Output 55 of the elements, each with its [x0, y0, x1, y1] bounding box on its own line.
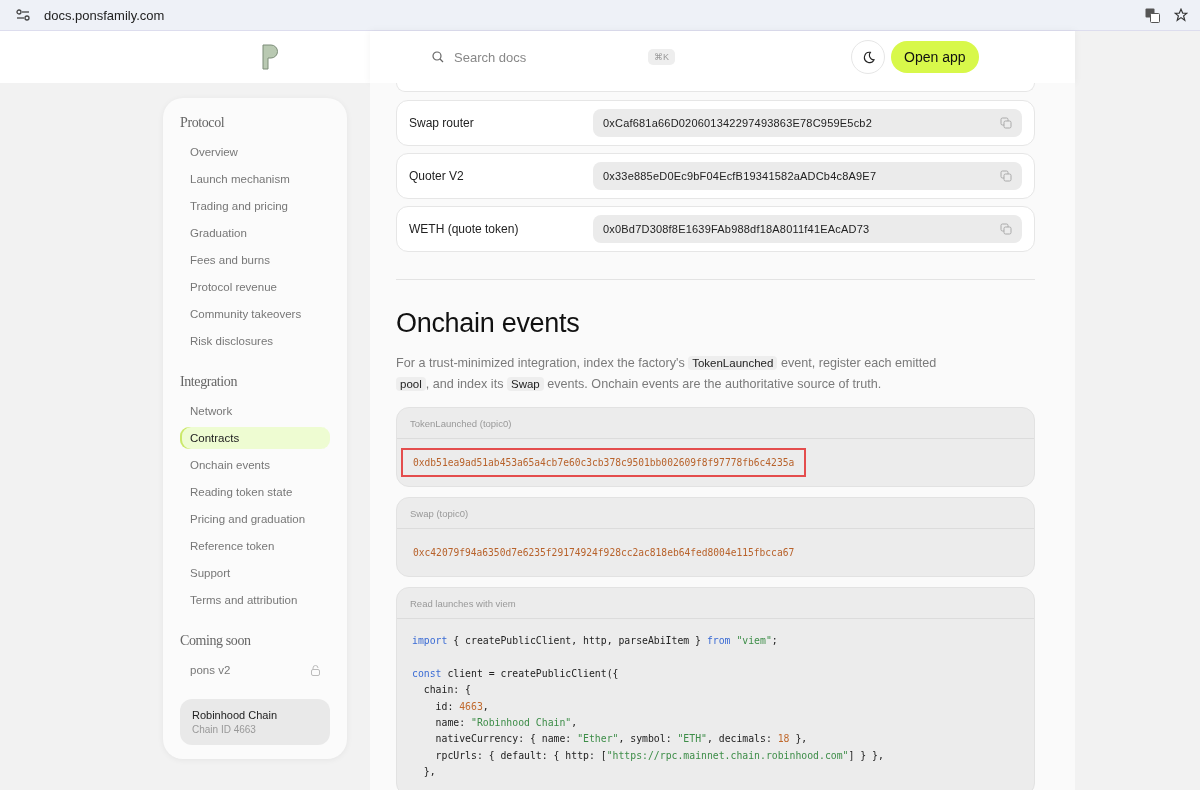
- code-line: import { createPublicClient, http, parseAbiItem } from "viem";: [412, 634, 779, 648]
- code-line: },: [422, 765, 437, 780]
- search-icon: [432, 51, 444, 63]
- sidebar-item[interactable]: Risk disclosures: [180, 330, 330, 352]
- open-app-button[interactable]: Open app: [891, 41, 979, 73]
- sidebar-item[interactable]: Protocol revenue: [180, 276, 330, 298]
- address-field[interactable]: 0x0Bd7D308f8E1639FAb988df18A8011f41EAcAD73: [593, 215, 1022, 243]
- chain-card[interactable]: Robinhood Chain Chain ID 4663: [180, 699, 330, 745]
- theme-toggle-button[interactable]: [851, 40, 885, 74]
- chain-id: Chain ID 4663: [192, 724, 257, 735]
- event-hash: 0xc42079f94a6350d7e6235f29174924f928cc2ac818eb64fed8004e115fbcca67: [412, 546, 796, 560]
- sidebar-item[interactable]: Launch mechanism: [180, 168, 330, 190]
- sidebar-item[interactable]: Support: [180, 562, 330, 584]
- shortcut-hint: ⌘K: [648, 49, 675, 65]
- sidebar-item[interactable]: Community takeovers: [180, 303, 330, 325]
- moon-icon: [861, 50, 875, 64]
- site-settings-icon[interactable]: [16, 9, 30, 21]
- code-line: nativeCurrency: { name: "Ether", symbol: "ETH", decimals: 18 },: [434, 732, 809, 747]
- sidebar-item[interactable]: Graduation: [180, 222, 330, 244]
- code-line: id: 4663,: [434, 699, 490, 714]
- sidebar-item[interactable]: Network: [180, 400, 330, 422]
- address-bar-url[interactable]: docs.ponsfamily.com: [44, 7, 1131, 23]
- sidebar-item[interactable]: Contracts: [180, 427, 330, 449]
- code-line: name: "Robinhood Chain",: [434, 715, 579, 730]
- sidebar-item[interactable]: Terms and attribution: [180, 589, 330, 611]
- contract-name: Quoter V2: [408, 169, 465, 183]
- code-line: rpcUrls: { default: { http: ["https://rpc.mainnet.chain.robinhood.com"] } },: [434, 748, 885, 763]
- chain-name: Robinhood Chain: [192, 709, 278, 721]
- sidebar-item[interactable]: Reference token: [180, 535, 330, 557]
- search-field[interactable]: Search docs: [452, 48, 636, 66]
- sidebar-item[interactable]: pons v2: [180, 659, 330, 681]
- contract-name: WETH (quote token): [408, 222, 520, 236]
- event-label: TokenLaunched (topic0): [410, 417, 512, 429]
- contract-name: Swap router: [408, 116, 475, 130]
- code-label: Read launches with viem: [410, 597, 516, 609]
- sidebar-item[interactable]: Reading token state: [180, 481, 330, 503]
- code-line: chain: {: [422, 683, 472, 698]
- star-icon[interactable]: [1174, 8, 1188, 22]
- section-title: Onchain events: [396, 308, 581, 339]
- code-line: const client = createPublicClient({: [412, 666, 620, 681]
- logo-icon[interactable]: [262, 43, 278, 71]
- sidebar-item[interactable]: Pricing and graduation: [180, 508, 330, 530]
- sidebar-item[interactable]: Overview: [180, 141, 330, 163]
- sidebar-item[interactable]: Trading and pricing: [180, 195, 330, 217]
- section-heading: Protocol: [180, 115, 226, 131]
- sidebar-item[interactable]: Onchain events: [180, 454, 330, 476]
- sidebar-item[interactable]: Fees and burns: [180, 249, 330, 271]
- address-field[interactable]: 0xCaf681a66D020601342297493863E78C959E5cb2: [593, 109, 1022, 137]
- event-hash: 0xdb51ea9ad51ab453a65a4cb7e60c3cb378c9501bb002609f8f97778fb6c4235a: [401, 448, 807, 477]
- translate-icon[interactable]: [1145, 7, 1160, 23]
- address-field[interactable]: 0x33e885eD0Ec9bF04EcfB19341582aADCb4c8A9E7: [593, 162, 1022, 190]
- section-heading: Integration: [180, 374, 239, 390]
- paragraph: For a trust-minimized integration, index the factory's TokenLaunched event, register each emitted pool , and index its Swap events. Onchain events are the authoritative source of truth.: [396, 355, 938, 393]
- section-heading: Coming soon: [180, 633, 252, 649]
- event-label: Swap (topic0): [410, 507, 469, 519]
